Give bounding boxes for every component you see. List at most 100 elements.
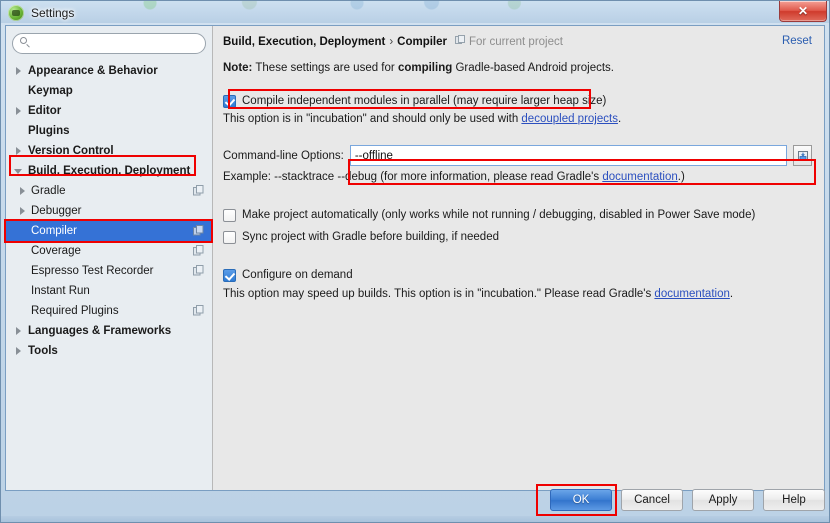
- window-controls: ✕: [779, 1, 827, 22]
- command-line-example: Example: --stacktrace --debug (for more …: [223, 171, 812, 183]
- dialog-client-area: Appearance & Behavior Keymap Editor Plugins…: [5, 25, 825, 491]
- parallel-option-block: Compile independent modules in parallel …: [223, 89, 812, 125]
- breadcrumb-current: Compiler: [397, 36, 447, 48]
- breadcrumb: Build, Execution, Deployment › Compiler …: [223, 35, 812, 51]
- compiler-note: Note: These settings are used for compil…: [223, 62, 812, 74]
- parallel-checkbox-label: Compile independent modules in parallel …: [242, 95, 607, 107]
- make-project-checkbox[interactable]: [223, 208, 236, 222]
- search-icon: [20, 37, 33, 50]
- sidebar-item-instant-run[interactable]: Instant Run: [6, 281, 212, 301]
- sidebar-search-wrap: [6, 26, 212, 58]
- project-scope-icon: [193, 305, 204, 316]
- gradle-documentation-link-1[interactable]: documentation: [602, 171, 677, 183]
- make-project-label: Make project automatically (only works w…: [242, 209, 756, 221]
- command-line-label: Command-line Options:: [223, 149, 344, 162]
- project-scope-icon: [193, 265, 204, 276]
- breadcrumb-separator: ›: [389, 36, 394, 48]
- sidebar-item-keymap[interactable]: Keymap: [6, 81, 212, 101]
- configure-hint-before: This option may speed up builds. This op…: [223, 288, 655, 300]
- ok-button[interactable]: OK: [550, 489, 612, 511]
- configure-on-demand-row[interactable]: Configure on demand: [223, 267, 812, 283]
- sidebar-item-label: Plugins: [28, 125, 70, 137]
- sync-project-label: Sync project with Gradle before building…: [242, 231, 499, 243]
- sidebar-item-label: Build, Execution, Deployment: [28, 165, 191, 177]
- decoupled-projects-link[interactable]: decoupled projects: [521, 113, 618, 125]
- help-button[interactable]: Help: [763, 489, 825, 511]
- parallel-checkbox[interactable]: [223, 94, 236, 108]
- sidebar-item-editor[interactable]: Editor: [6, 101, 212, 121]
- project-scope-icon: [193, 185, 204, 196]
- search-input[interactable]: [33, 35, 205, 52]
- configure-on-demand-checkbox[interactable]: [223, 268, 236, 282]
- sync-project-row[interactable]: Sync project with Gradle before building…: [223, 229, 812, 245]
- parallel-checkbox-row[interactable]: Compile independent modules in parallel …: [223, 93, 812, 109]
- dialog-button-bar: OK Cancel Apply Help: [5, 483, 825, 517]
- note-bold-1: compiling: [397, 62, 453, 74]
- gradle-documentation-link-2[interactable]: documentation: [654, 288, 729, 300]
- sidebar-item-plugins[interactable]: Plugins: [6, 121, 212, 141]
- chevron-right-icon[interactable]: [17, 185, 29, 197]
- sidebar-item-version-control[interactable]: Version Control: [6, 141, 212, 161]
- chevron-right-icon[interactable]: [13, 65, 25, 77]
- sidebar-item-gradle[interactable]: Gradle: [6, 181, 212, 201]
- chevron-right-icon[interactable]: [13, 325, 25, 337]
- sidebar-item-label: Appearance & Behavior: [28, 65, 158, 77]
- sidebar-item-label: Keymap: [28, 85, 73, 97]
- scope-note: For current project: [455, 35, 563, 48]
- project-scope-icon: [193, 245, 204, 256]
- settings-main-panel: Build, Execution, Deployment › Compiler …: [213, 26, 824, 490]
- command-line-block: Command-line Options: Example: --stacktr…: [223, 145, 816, 185]
- sidebar-item-label: Debugger: [31, 205, 82, 217]
- close-icon: ✕: [797, 4, 809, 18]
- sidebar-item-appearance-behavior[interactable]: Appearance & Behavior: [6, 61, 212, 81]
- settings-window-root: Settings ✕ Appearance & Behavior Keymap Ed…: [0, 0, 830, 523]
- apply-button[interactable]: Apply: [692, 489, 754, 511]
- chevron-right-icon[interactable]: [17, 205, 29, 217]
- sidebar-item-build-execution-deployment[interactable]: Build, Execution, Deployment: [6, 161, 212, 181]
- expand-editor-button[interactable]: [793, 145, 812, 166]
- sidebar-item-label: Editor: [28, 105, 62, 117]
- note-prefix: Note:: [223, 62, 253, 74]
- parallel-hint: This option is in "incubation" and shoul…: [223, 113, 812, 125]
- sidebar-item-required-plugins[interactable]: Required Plugins: [6, 301, 212, 321]
- parallel-hint-before: This option is in "incubation" and shoul…: [223, 113, 522, 125]
- sidebar-item-tools[interactable]: Tools: [6, 341, 212, 361]
- sidebar-item-languages-frameworks[interactable]: Languages & Frameworks: [6, 321, 212, 341]
- sidebar-item-label: Tools: [28, 345, 58, 357]
- chevron-right-icon[interactable]: [13, 105, 25, 117]
- cancel-button[interactable]: Cancel: [621, 489, 683, 511]
- chevron-down-icon[interactable]: [13, 165, 25, 177]
- sidebar-item-label: Languages & Frameworks: [28, 325, 172, 337]
- make-project-row[interactable]: Make project automatically (only works w…: [223, 207, 812, 223]
- scope-note-label: For current project: [469, 35, 563, 48]
- settings-sidebar: Appearance & Behavior Keymap Editor Plugins…: [6, 26, 213, 490]
- sidebar-item-espresso-test-recorder[interactable]: Espresso Test Recorder: [6, 261, 212, 281]
- chevron-right-icon[interactable]: [13, 145, 25, 157]
- sidebar-item-label: Version Control: [28, 145, 114, 157]
- command-line-input[interactable]: [349, 145, 787, 166]
- sidebar-item-label: Instant Run: [31, 285, 90, 297]
- reset-link[interactable]: Reset: [782, 35, 812, 47]
- sync-project-checkbox[interactable]: [223, 230, 236, 244]
- configure-hint-after: .: [729, 288, 734, 300]
- example-after: .): [677, 171, 685, 183]
- ok-button-wrap: OK: [536, 484, 617, 516]
- search-box[interactable]: [12, 33, 206, 54]
- close-button[interactable]: ✕: [779, 1, 827, 22]
- chevron-right-icon[interactable]: [13, 345, 25, 357]
- project-scope-icon: [455, 35, 465, 48]
- sidebar-item-coverage[interactable]: Coverage: [6, 241, 212, 261]
- breadcrumb-parent: Build, Execution, Deployment: [223, 36, 386, 48]
- sidebar-item-debugger[interactable]: Debugger: [6, 201, 212, 221]
- sidebar-item-label: Required Plugins: [31, 305, 119, 317]
- expand-editor-icon: [797, 150, 808, 161]
- sidebar-item-compiler[interactable]: Compiler: [6, 221, 212, 241]
- sidebar-item-label: Compiler: [31, 225, 78, 237]
- note-text-2: Gradle-based Android projects.: [452, 62, 614, 74]
